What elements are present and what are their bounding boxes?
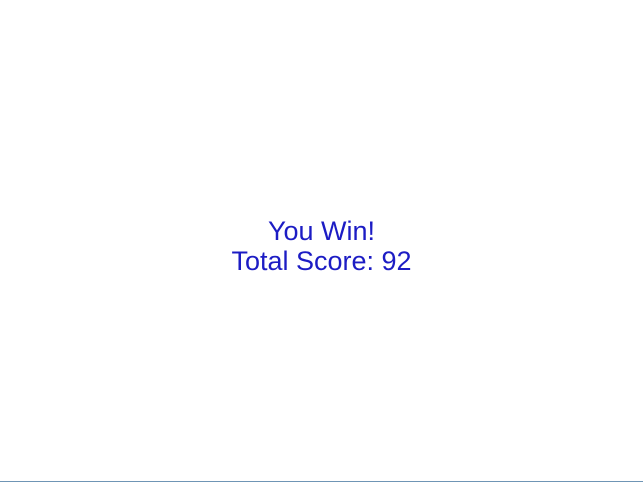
bottom-border-line <box>0 481 643 482</box>
game-screen: You Win! Total Score: 92 <box>0 0 643 484</box>
game-result-panel: You Win! Total Score: 92 <box>0 216 643 276</box>
total-score-value: 92 <box>381 246 412 276</box>
total-score-label: Total Score: <box>231 246 382 276</box>
win-message: You Win! <box>267 216 376 246</box>
total-score-line: Total Score: 92 <box>0 246 643 276</box>
